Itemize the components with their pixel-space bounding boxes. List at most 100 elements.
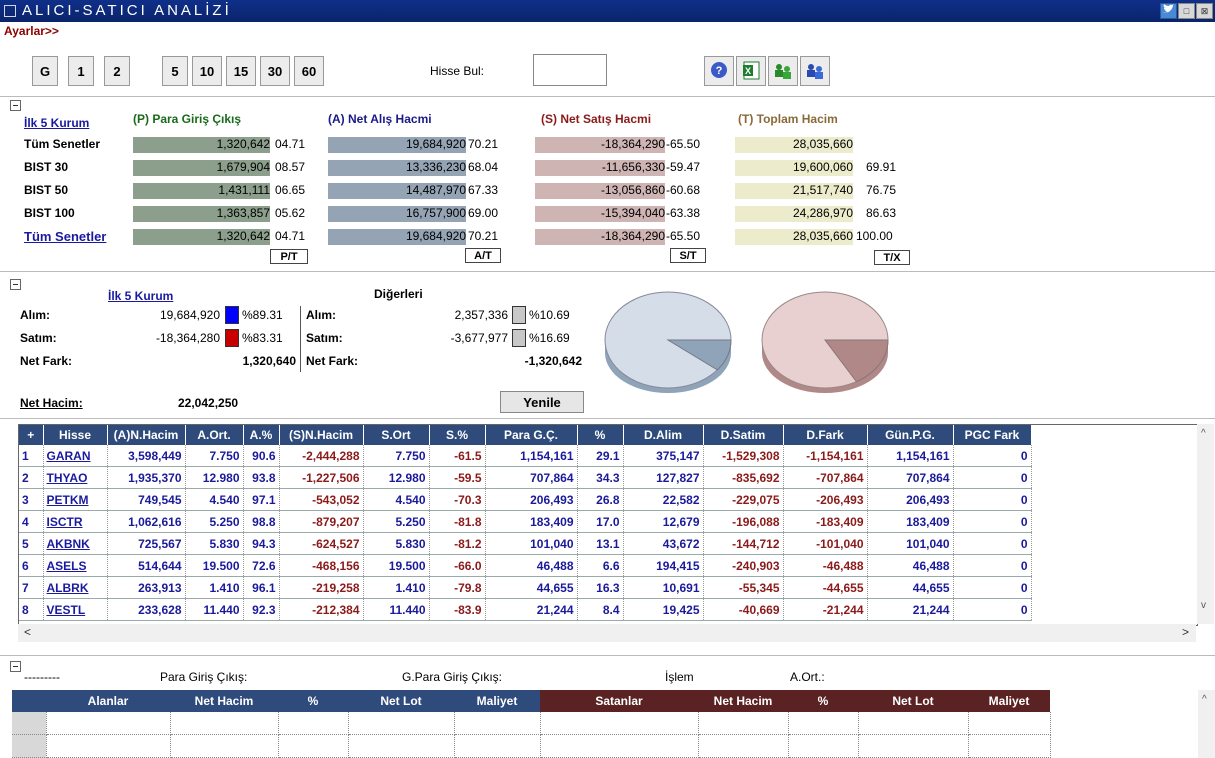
buyers-column-header[interactable]: %: [278, 690, 348, 712]
column-header[interactable]: S.Ort: [363, 425, 430, 445]
column-header[interactable]: PGC Fark: [953, 425, 1032, 445]
row-index: 1: [19, 445, 44, 467]
cell: 21,244: [485, 598, 578, 621]
twitter-icon[interactable]: [1160, 3, 1177, 19]
buyers-column-header[interactable]: Maliyet: [454, 690, 540, 712]
stock-table: + Hisse (A)N.Hacim A.Ort. A.% (S)N.Hacim S.Ort…: [19, 425, 1032, 621]
cell: -21,244: [783, 598, 868, 621]
collapse-bottom-icon[interactable]: [10, 661, 21, 672]
blue-people-icon[interactable]: [800, 56, 830, 86]
collapse-compare-icon[interactable]: [10, 279, 21, 290]
green-people-icon[interactable]: [768, 56, 798, 86]
cell: -144,712: [703, 532, 784, 555]
settings-link[interactable]: Ayarlar>>: [4, 24, 59, 38]
sort-at-button[interactable]: A/T: [465, 248, 501, 263]
column-header[interactable]: Hisse: [43, 425, 108, 445]
sellers-column-header[interactable]: Satanlar: [540, 690, 698, 712]
search-input[interactable]: [533, 54, 607, 86]
column-header[interactable]: D.Alim: [623, 425, 704, 445]
sellers-column-header[interactable]: %: [788, 690, 858, 712]
table-horizontal-scrollbar[interactable]: < >: [18, 624, 1196, 642]
column-header[interactable]: S.%: [429, 425, 486, 445]
table-row[interactable]: 3 PETKM 749,545 4.540 97.1 -543,052 4.540 -70.3…: [19, 488, 1032, 511]
table-row[interactable]: 1 GARAN 3,598,449 7.750 90.6 -2,444,288 7.750-…: [19, 445, 1032, 467]
cell: 5.250: [185, 510, 244, 533]
stock-link[interactable]: VESTL: [43, 598, 108, 621]
buyers-column-header[interactable]: Net Lot: [348, 690, 454, 712]
p-pct: 08.57: [275, 160, 306, 174]
period-button-2[interactable]: 2: [104, 56, 130, 86]
excel-icon[interactable]: X: [736, 56, 766, 86]
column-header[interactable]: Para G.Ç.: [485, 425, 578, 445]
p-bar: 1,320,642: [133, 137, 270, 153]
p-bar: 1,363,857: [133, 206, 270, 222]
s-pct: -65.50: [666, 229, 701, 243]
a-ort-label: A.Ort.:: [790, 670, 825, 684]
sort-tx-button[interactable]: T/X: [874, 250, 910, 265]
close-button[interactable]: ⊠: [1196, 3, 1213, 19]
cell: -44,655: [783, 576, 868, 599]
stock-link[interactable]: AKBNK: [43, 532, 108, 555]
help-icon[interactable]: ?: [704, 56, 734, 86]
stock-link[interactable]: PETKM: [43, 488, 108, 511]
cell: 1.410: [363, 576, 430, 599]
collapse-summary-icon[interactable]: [10, 100, 21, 111]
period-button-10[interactable]: 10: [192, 56, 222, 86]
stock-link[interactable]: GARAN: [43, 445, 108, 467]
column-header[interactable]: (S)N.Hacim: [279, 425, 364, 445]
cell: 749,545: [107, 488, 186, 511]
sellers-column-header[interactable]: Maliyet: [968, 690, 1050, 712]
s-pct: -63.38: [666, 206, 701, 220]
period-button-60[interactable]: 60: [294, 56, 324, 86]
sellers-column-header[interactable]: Net Hacim: [698, 690, 788, 712]
row-index: 3: [19, 488, 44, 511]
period-button-1[interactable]: 1: [68, 56, 94, 86]
table-row[interactable]: 6 ASELS 514,644 19.500 72.6 -468,156 19.500 -66…: [19, 554, 1032, 577]
cell: 5.830: [185, 532, 244, 555]
column-header[interactable]: A.Ort.: [185, 425, 244, 445]
table-vertical-scrollbar[interactable]: ^ v: [1197, 424, 1214, 624]
sellers-column-header[interactable]: Net Lot: [858, 690, 968, 712]
stock-link[interactable]: ISCTR: [43, 510, 108, 533]
buyers-column-header[interactable]: Net Hacim: [170, 690, 278, 712]
column-header[interactable]: (A)N.Hacim: [107, 425, 186, 445]
column-header[interactable]: %: [577, 425, 624, 445]
cell: 19.500: [363, 554, 430, 577]
period-button-g[interactable]: G: [32, 56, 58, 86]
table-row[interactable]: 5 AKBNK 725,567 5.830 94.3 -624,527 5.830 -81.2…: [19, 532, 1032, 555]
divider: [0, 96, 1215, 97]
cell: -196,088: [703, 510, 784, 533]
period-button-5[interactable]: 5: [162, 56, 188, 86]
ilk5-satim-pct: %83.31: [242, 331, 283, 345]
window-menu-icon[interactable]: [4, 5, 16, 17]
sort-pt-button[interactable]: P/T: [270, 249, 308, 264]
stock-link[interactable]: ASELS: [43, 554, 108, 577]
period-button-30[interactable]: 30: [260, 56, 290, 86]
table-row[interactable]: 7 ALBRK 263,913 1.410 96.1 -219,258 1.410 -79.8…: [19, 576, 1032, 599]
column-header[interactable]: D.Fark: [783, 425, 868, 445]
summary-row-link[interactable]: Tüm Senetler: [24, 229, 106, 244]
column-header[interactable]: +: [19, 425, 44, 445]
cell: -83.9: [429, 598, 486, 621]
sort-st-button[interactable]: S/T: [670, 248, 706, 263]
stock-link[interactable]: THYAO: [43, 466, 108, 489]
cell: 5.830: [363, 532, 430, 555]
column-header[interactable]: D.Satim: [703, 425, 784, 445]
bottom-vertical-scrollbar[interactable]: ^: [1198, 690, 1215, 758]
diger-netfark-label: Net Fark:: [306, 354, 359, 368]
buyers-column-header[interactable]: Alanlar: [46, 690, 170, 712]
cell: -183,409: [783, 510, 868, 533]
table-row[interactable]: 4 ISCTR 1,062,616 5.250 98.8 -879,207 5.250 -81…: [19, 510, 1032, 533]
stock-link[interactable]: ALBRK: [43, 576, 108, 599]
summary-ilk5-link[interactable]: İlk 5 Kurum: [24, 116, 89, 130]
a-bar: 19,684,920: [328, 229, 466, 245]
cell: -1,227,506: [279, 466, 364, 489]
table-row[interactable]: 2 THYAO 1,935,370 12.980 93.8 -1,227,506 12.98…: [19, 466, 1032, 489]
column-header[interactable]: A.%: [243, 425, 280, 445]
period-button-15[interactable]: 15: [226, 56, 256, 86]
yenile-button[interactable]: Yenile: [500, 391, 584, 413]
table-row[interactable]: 8 VESTL 233,628 11.440 92.3 -212,384 11.440 -83…: [19, 598, 1032, 621]
minimize-button[interactable]: □: [1178, 3, 1195, 19]
column-header[interactable]: Gün.P.G.: [867, 425, 954, 445]
compare-ilk5-link[interactable]: İlk 5 Kurum: [108, 289, 173, 303]
